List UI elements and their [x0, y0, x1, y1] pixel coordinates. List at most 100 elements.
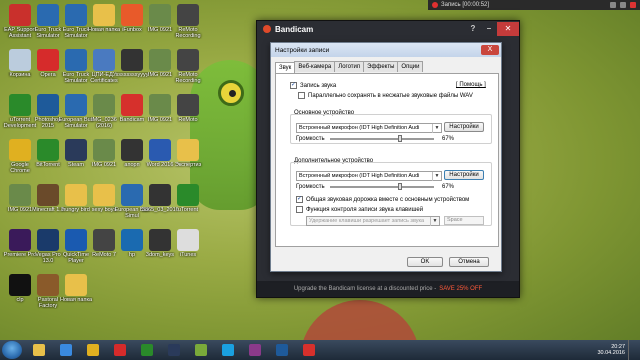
upgrade-text: Upgrade the Bandicam license at a discou…: [293, 286, 437, 292]
extra-device-select[interactable]: Встроенный микрофон (IDT High Definition…: [296, 171, 442, 181]
main-device-value: Встроенный микрофон (IDT High Definition…: [299, 125, 420, 131]
app-icon: [65, 274, 87, 296]
main-device-select[interactable]: Встроенный микрофон (IDT High Definition…: [296, 123, 442, 133]
taskbar-app-utorrent[interactable]: [134, 341, 160, 359]
app-icon: [121, 139, 143, 161]
recording-overlay-bar: Запись [00:00:52]: [428, 0, 640, 10]
app-icon: [177, 139, 199, 161]
mix-track-checkbox[interactable]: ✓: [296, 196, 303, 203]
main-volume-slider[interactable]: [330, 138, 434, 140]
taskbar-app-steam[interactable]: [161, 341, 187, 359]
record-settings-dialog: Настройки записи X Звук Веб-камера Логот…: [270, 42, 502, 272]
mix-track-row[interactable]: ✓ Общая звуковая дорожка вместе с основн…: [296, 196, 469, 203]
taskbar-app-skype[interactable]: [215, 341, 241, 359]
taskbar-app-winrar[interactable]: [242, 341, 268, 359]
mix-track-label: Общая звуковая дорожка вместе с основным…: [306, 196, 470, 203]
hotkey-field[interactable]: Space: [444, 216, 484, 225]
dialog-tabs: Звук Веб-камера Логотип Эффекты Опции: [271, 57, 501, 73]
record-sound-label: Запись звука: [300, 82, 337, 89]
extra-volume-slider[interactable]: [330, 186, 434, 188]
desktop-icon[interactable]: Новая папка: [58, 272, 94, 316]
tab-effects[interactable]: Эффекты: [363, 61, 399, 72]
record-sound-row[interactable]: ✓ Запись звука: [290, 82, 336, 89]
app-icon: [37, 184, 59, 206]
save-wav-checkbox[interactable]: [298, 92, 305, 99]
app-icon: [9, 49, 31, 71]
clock-date: 30.04.2016: [597, 350, 625, 356]
pause-icon[interactable]: [610, 2, 616, 8]
winrar-icon: [249, 344, 261, 356]
hotkey-value: Space: [447, 217, 463, 223]
desktop-icon[interactable]: ReMoto Recording: [170, 47, 206, 91]
desktop-icon[interactable]: ReMoto: [170, 92, 206, 136]
system-tray: 20:27 30.04.2016: [597, 340, 640, 360]
steam-icon: [168, 344, 180, 356]
key-control-checkbox[interactable]: [296, 206, 303, 213]
desktop-icon-label: ReMoto Recording: [175, 72, 201, 84]
sound-panel: ✓ Запись звука [ Помощь ] Параллельно со…: [275, 73, 499, 247]
app-icon: [149, 184, 171, 206]
app-icon: [121, 94, 143, 116]
wallpaper-lizard-eye: [218, 80, 244, 106]
bandicam-app-icon: [195, 344, 207, 356]
extra-volume-value: 67%: [442, 184, 455, 190]
stop-icon[interactable]: [630, 2, 636, 8]
app-icon: [9, 229, 31, 251]
extra-volume-label: Громкость: [296, 184, 325, 190]
help-link[interactable]: [ Помощь ]: [456, 82, 486, 88]
tab-logo[interactable]: Логотип: [334, 61, 365, 72]
key-control-row[interactable]: Функция контроля записи звука клавишей: [296, 206, 423, 213]
app-icon: [37, 4, 59, 26]
extra-device-value: Встроенный микрофон (IDT High Definition…: [299, 173, 420, 179]
app-icon: [121, 184, 143, 206]
help-icon[interactable]: ?: [465, 22, 481, 36]
cancel-button[interactable]: Отмена: [449, 257, 489, 267]
taskbar-app-bandicam[interactable]: [296, 341, 322, 359]
desktop-icon[interactable]: ReMoto Recording: [170, 2, 206, 46]
desktop-icon-label: ReMoto: [178, 117, 198, 123]
save-wav-row[interactable]: Параллельно сохранять в несжатые звуковы…: [298, 92, 473, 99]
show-desktop-button[interactable]: [628, 340, 634, 360]
app-icon: [177, 184, 199, 206]
main-device-settings-button[interactable]: Настройки: [444, 122, 484, 132]
dialog-close-button[interactable]: X: [481, 45, 499, 55]
tab-webcam[interactable]: Веб-камера: [294, 61, 336, 72]
main-volume-thumb[interactable]: [398, 135, 402, 142]
desktop-icon[interactable]: iTunes: [170, 227, 206, 271]
desktop-icon-label: Новая папка: [59, 297, 93, 303]
desktop-icon-grid: ЕАР Support Assistant Euro Truck Simulato…: [0, 0, 201, 340]
tab-sound[interactable]: Звук: [275, 62, 296, 73]
tab-options[interactable]: Опции: [397, 61, 424, 72]
app-icon: [65, 49, 87, 71]
key-control-label: Функция контроля записи звука клавишей: [306, 206, 424, 213]
close-icon[interactable]: ✕: [497, 22, 519, 36]
desktop-icon[interactable]: uTorrent: [170, 182, 206, 226]
app-icon: [9, 274, 31, 296]
media-player-icon: [60, 344, 72, 356]
app-icon: [65, 4, 87, 26]
extra-device-settings-button[interactable]: Настройки: [444, 170, 484, 180]
bandicam-icon: [303, 344, 315, 356]
screenshot-icon[interactable]: [620, 2, 626, 8]
taskbar-app-chrome[interactable]: [80, 341, 106, 359]
bandicam-logo-icon: [263, 25, 271, 33]
app-icon: [149, 94, 171, 116]
taskbar-app-bandicam-app[interactable]: [188, 341, 214, 359]
save-wav-label: Параллельно сохранять в несжатые звуковы…: [308, 92, 473, 99]
ok-button[interactable]: OK: [407, 257, 443, 267]
taskbar-app-opera[interactable]: [107, 341, 133, 359]
taskbar-app-photoshop[interactable]: [269, 341, 295, 359]
taskbar-app-explorer[interactable]: [26, 341, 52, 359]
app-icon: [149, 4, 171, 26]
record-sound-checkbox[interactable]: ✓: [290, 82, 297, 89]
chevron-down-icon: ▼: [430, 217, 439, 226]
start-button[interactable]: [2, 341, 22, 359]
opera-icon: [114, 344, 126, 356]
desktop-icon[interactable]: Экспертиз: [170, 137, 206, 181]
bandicam-footer[interactable]: Upgrade the Bandicam license at a discou…: [257, 281, 519, 297]
app-icon: [65, 184, 87, 206]
minimize-icon[interactable]: –: [481, 22, 497, 36]
hold-key-select[interactable]: Удержание клавиши разрешает запись звука…: [306, 216, 440, 226]
taskbar-app-media-player[interactable]: [53, 341, 79, 359]
extra-volume-thumb[interactable]: [398, 183, 402, 190]
